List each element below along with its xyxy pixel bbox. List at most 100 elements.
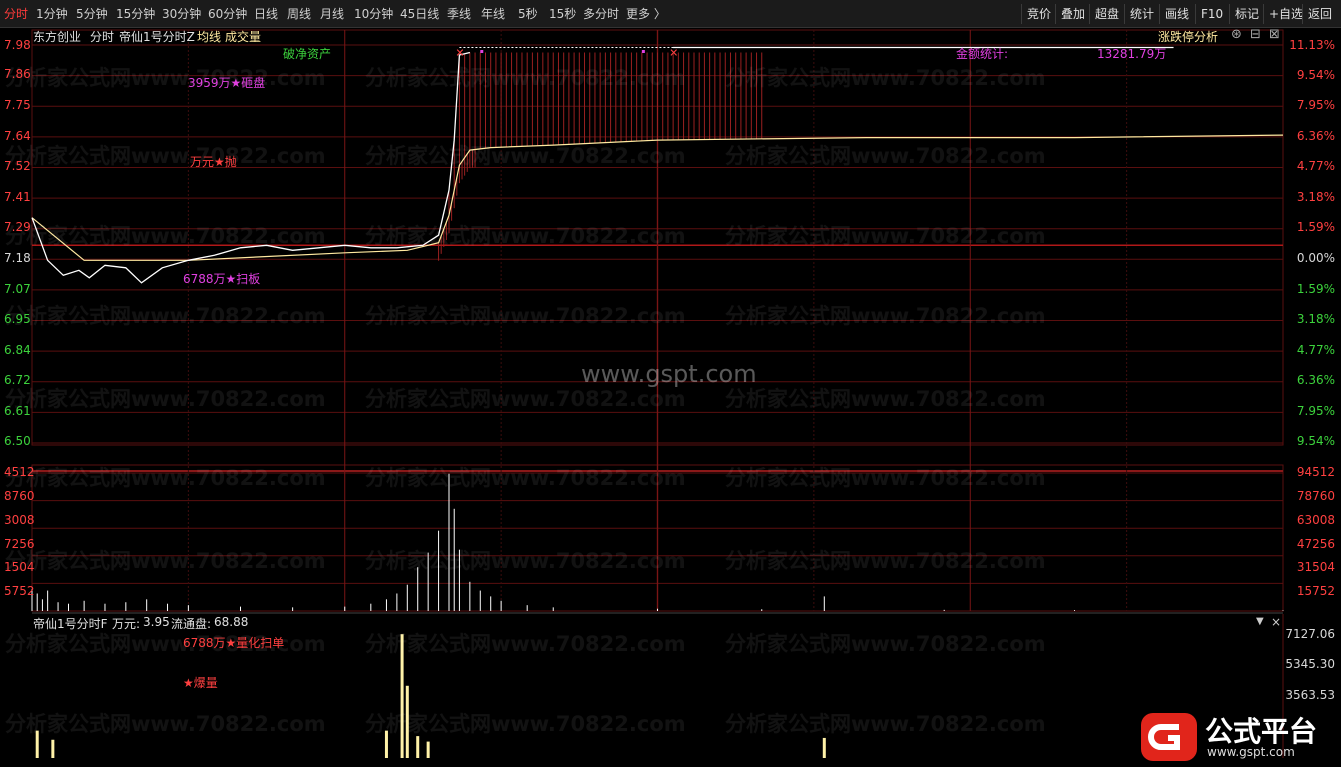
pct-tick: 9.54% xyxy=(1296,68,1335,82)
volume-label: 成交量 xyxy=(225,30,262,44)
pct-tick: 7.95% xyxy=(1296,404,1335,418)
watermark-text: 分析家公式网www.70822.com xyxy=(725,387,1046,411)
pct-tick: 7.95% xyxy=(1296,98,1335,112)
amount-stats-label: 金额统计: xyxy=(956,47,1009,61)
close-icon[interactable]: × xyxy=(1271,615,1281,629)
sub-indicator-bar xyxy=(416,736,420,758)
watermark-text: 分析家公式网www.70822.com xyxy=(365,466,686,490)
chart-mode: 分时 xyxy=(90,30,115,44)
pct-tick: 4.77% xyxy=(1296,343,1335,357)
stock-name[interactable]: 东方创业 xyxy=(33,28,81,45)
sub-tick: 3563.53 xyxy=(1285,688,1335,702)
watermark-text: 分析家公式网www.70822.com xyxy=(5,224,326,248)
pct-tick: 0.00% xyxy=(1296,251,1335,265)
logo-g-icon xyxy=(1141,713,1197,761)
minimize-icon[interactable]: ⊟ xyxy=(1250,27,1261,42)
wan-label: 万元: xyxy=(112,617,141,631)
center-watermark: www.gspt.com xyxy=(581,360,757,388)
watermark-text: 分析家公式网www.70822.com xyxy=(725,224,1046,248)
watermark-text: 分析家公式网www.70822.com xyxy=(725,632,1046,656)
price-tick: 7.86 xyxy=(4,67,31,81)
signal-dot xyxy=(480,50,484,53)
amount-stats-value: 13281.79万 xyxy=(1097,47,1167,61)
indicator-name[interactable]: 帝仙1号分时Z xyxy=(119,28,195,45)
vol-tick: 5752 xyxy=(4,584,35,598)
vol-tick: 3008 xyxy=(4,513,35,527)
dropdown-icon[interactable]: ▼ xyxy=(1256,616,1264,627)
dump-annotation: 3959万★砸盘 xyxy=(188,76,266,90)
watermark-text: 分析家公式网www.70822.com xyxy=(365,632,686,656)
avg-line-label: 均线 xyxy=(197,30,222,44)
price-tick: 6.61 xyxy=(4,404,31,418)
logo-url: www.gspt.com xyxy=(1207,745,1295,759)
float-label: 流通盘: xyxy=(171,617,212,631)
settings-icon[interactable]: ⊛ xyxy=(1231,27,1242,42)
watermark-text: 分析家公式网www.70822.com xyxy=(5,304,326,328)
break-net-asset-label: 破净资产 xyxy=(283,47,332,61)
watermark-text: 分析家公式网www.70822.com xyxy=(365,224,686,248)
dump-marker: ✕ xyxy=(669,47,678,60)
sub-indicator-bar xyxy=(426,741,430,758)
sub-tick: 7127.06 xyxy=(1285,627,1335,641)
price-tick: 6.84 xyxy=(4,343,31,357)
watermark-text: 分析家公式网www.70822.com xyxy=(725,66,1046,90)
watermark-text: 分析家公式网www.70822.com xyxy=(725,549,1046,573)
vol-tick: 47256 xyxy=(1296,537,1335,551)
limit-analysis-link[interactable]: 涨跌停分析 xyxy=(1158,28,1218,45)
price-tick: 7.41 xyxy=(4,190,31,204)
price-tick: 7.07 xyxy=(4,282,31,296)
sub-indicator-title[interactable]: 帝仙1号分时F xyxy=(33,615,108,632)
watermark-text: 分析家公式网www.70822.com xyxy=(365,712,686,736)
pct-tick: 9.54% xyxy=(1296,434,1335,448)
pct-tick: 6.36% xyxy=(1296,129,1335,143)
watermark-text: 分析家公式网www.70822.com xyxy=(365,144,686,168)
vol-tick: 4512 xyxy=(4,465,35,479)
vol-tick: 15752 xyxy=(1296,584,1335,598)
price-tick: 7.52 xyxy=(4,159,31,173)
watermark-text: 分析家公式网www.70822.com xyxy=(5,144,326,168)
watermark-text: 分析家公式网www.70822.com xyxy=(5,549,326,573)
quant-sweep-annotation: 6788万★量化扫单 xyxy=(183,636,285,650)
watermark-text: 分析家公式网www.70822.com xyxy=(725,144,1046,168)
pct-tick: 4.77% xyxy=(1296,159,1335,173)
watermark-text: 分析家公式网www.70822.com xyxy=(365,549,686,573)
price-tick: 7.98 xyxy=(4,38,31,52)
price-tick: 7.18 xyxy=(4,251,31,265)
sub-tick: 5345.30 xyxy=(1285,657,1335,671)
sub-indicator-bar xyxy=(51,739,55,758)
sweep-annotation: 6788万★扫板 xyxy=(183,272,261,286)
sell-annotation: 万元★抛 xyxy=(190,155,237,169)
sub-indicator-bar xyxy=(822,737,826,758)
vol-tick: 31504 xyxy=(1296,560,1335,574)
vol-tick: 7256 xyxy=(4,537,35,551)
pct-tick: 11.13% xyxy=(1289,38,1335,52)
close-panel-icon[interactable]: ⊠ xyxy=(1269,27,1280,42)
vol-tick: 8760 xyxy=(4,489,35,503)
burst-volume-annotation: ★爆量 xyxy=(183,676,218,690)
price-tick: 7.29 xyxy=(4,220,31,234)
pct-tick: 1.59% xyxy=(1296,282,1335,296)
watermark-text: 分析家公式网www.70822.com xyxy=(725,466,1046,490)
vol-tick: 63008 xyxy=(1296,513,1335,527)
watermark-text: 分析家公式网www.70822.com xyxy=(5,466,326,490)
price-tick: 7.75 xyxy=(4,98,31,112)
price-tick: 6.50 xyxy=(4,434,31,448)
pct-tick: 6.36% xyxy=(1296,373,1335,387)
dump-marker: ✕ xyxy=(455,47,464,60)
vol-tick: 94512 xyxy=(1296,465,1335,479)
price-tick: 6.95 xyxy=(4,312,31,326)
watermark-text: 分析家公式网www.70822.com xyxy=(365,66,686,90)
watermark-text: 分析家公式网www.70822.com xyxy=(5,387,326,411)
gspt-logo: 公式平台 www.gspt.com xyxy=(1137,709,1337,765)
logo-title: 公式平台 xyxy=(1205,715,1318,748)
pct-tick: 3.18% xyxy=(1296,190,1335,204)
price-tick: 7.64 xyxy=(4,129,31,143)
vol-tick: 78760 xyxy=(1296,489,1335,503)
watermark-text: 分析家公式网www.70822.com xyxy=(365,304,686,328)
watermark-text: 分析家公式网www.70822.com xyxy=(725,712,1046,736)
signal-dot xyxy=(641,50,645,53)
watermark-text: 分析家公式网www.70822.com xyxy=(5,712,326,736)
float-value: 68.88 xyxy=(214,615,249,629)
wan-value: 3.95 xyxy=(143,615,170,629)
watermark-text: 分析家公式网www.70822.com xyxy=(725,304,1046,328)
